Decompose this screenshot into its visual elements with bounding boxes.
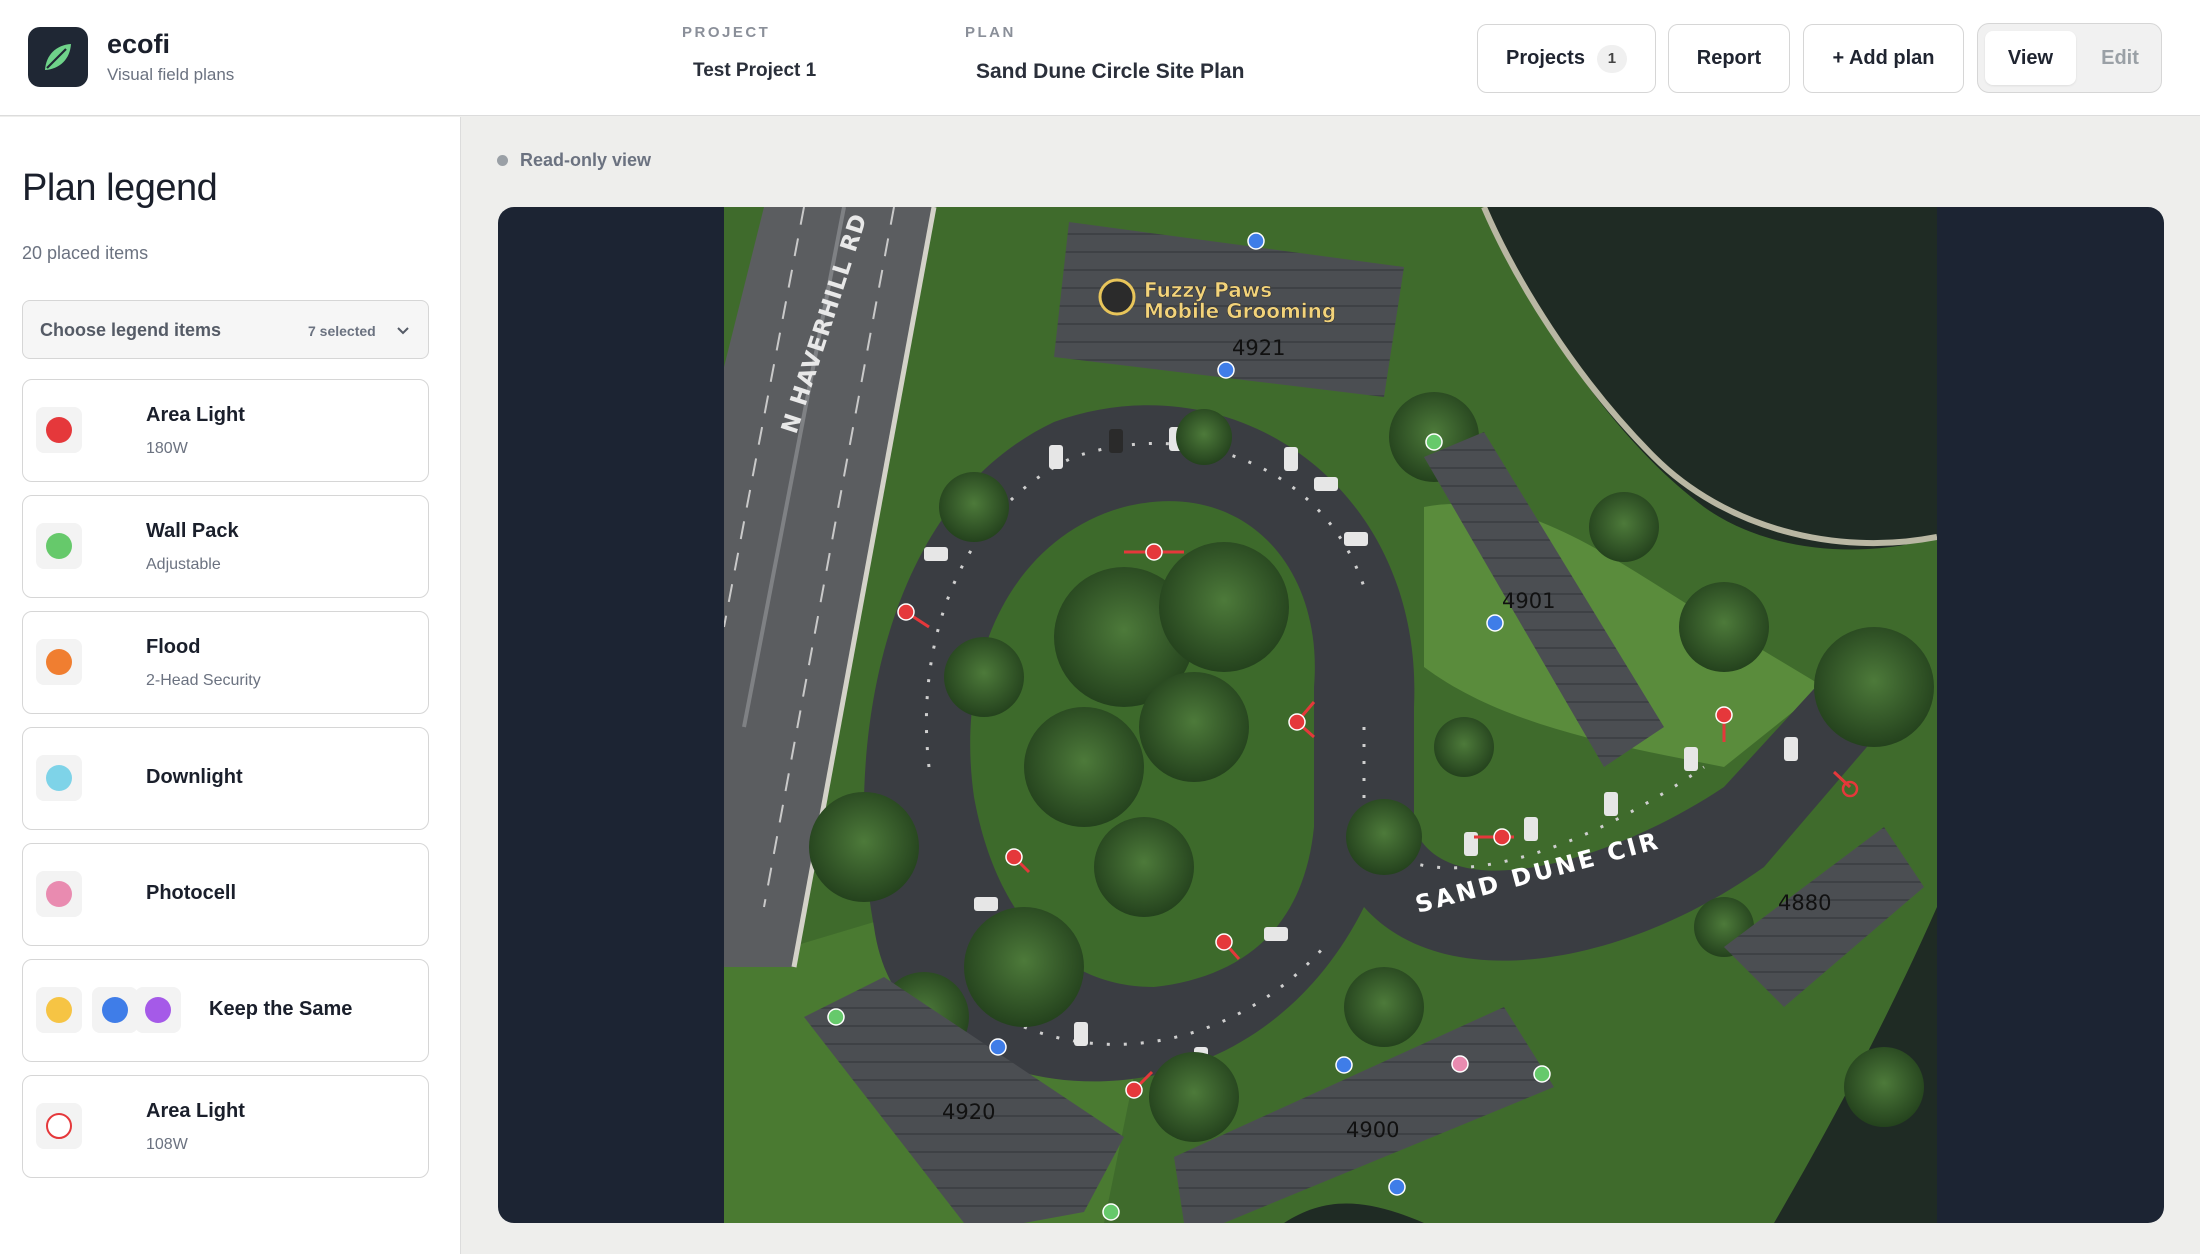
app-tagline: Visual field plans xyxy=(107,65,235,84)
red-ring-icon xyxy=(46,1113,72,1139)
legend-item-detail: Adjustable xyxy=(146,556,221,573)
legend-item-detail: 2-Head Security xyxy=(146,672,261,689)
red-dot-icon xyxy=(46,417,72,443)
legend-swatch-blue xyxy=(92,987,138,1033)
legend-item-wall-pack[interactable]: Wall Pack Adjustable xyxy=(22,495,429,598)
wall-pack-marker[interactable] xyxy=(1425,433,1443,451)
legend-item-name: Keep the Same xyxy=(209,998,353,1020)
legend-swatch xyxy=(36,755,82,801)
poi-label-line2: Mobile Grooming xyxy=(1144,299,1336,323)
photocell-marker[interactable] xyxy=(1451,1055,1469,1073)
legend-item-name: Downlight xyxy=(146,766,243,788)
paw-icon xyxy=(1098,278,1136,316)
purple-dot-icon xyxy=(145,997,171,1023)
app-header: ecofi Visual field plans PROJECT Test Pr… xyxy=(0,0,2200,116)
legend-item-name: Photocell xyxy=(146,882,237,904)
projects-button[interactable]: Projects 1 xyxy=(1477,24,1656,93)
legend-swatch xyxy=(36,1103,82,1149)
keep-same-marker[interactable] xyxy=(1335,1056,1353,1074)
legend-swatch xyxy=(36,523,82,569)
report-button[interactable]: Report xyxy=(1668,24,1790,93)
yellow-dot-icon xyxy=(46,997,72,1023)
placed-items-count: 20 placed items xyxy=(22,243,149,263)
dropdown-selected-count: 7 selected xyxy=(308,323,376,339)
edit-mode-button[interactable]: Edit xyxy=(2084,31,2156,85)
read-only-status: Read-only view xyxy=(520,150,652,170)
legend-swatch xyxy=(36,639,82,685)
plan-name: Sand Dune Circle Site Plan xyxy=(976,60,1245,83)
app-name: ecofi xyxy=(107,29,171,59)
legend-item-flood[interactable]: Flood 2-Head Security xyxy=(22,611,429,714)
legend-swatch-purple xyxy=(135,987,181,1033)
projects-count-badge: 1 xyxy=(1596,44,1627,73)
legend-item-photocell[interactable]: Photocell xyxy=(22,843,429,946)
legend-item-name: Area Light xyxy=(146,404,245,426)
legend-sidebar: Plan legend 20 placed items Choose legen… xyxy=(0,117,461,1254)
building-number: 4921 xyxy=(1232,336,1285,360)
chevron-down-icon xyxy=(397,327,409,335)
keep-same-marker[interactable] xyxy=(989,1038,1007,1056)
legend-items-dropdown[interactable]: Choose legend items 7 selected xyxy=(22,300,429,359)
legend-item-downlight[interactable]: Downlight xyxy=(22,727,429,830)
view-mode-button[interactable]: View xyxy=(1985,31,2076,85)
light-blue-dot-icon xyxy=(46,765,72,791)
legend-item-name: Area Light xyxy=(146,1100,245,1122)
ecofi-logo[interactable] xyxy=(28,27,88,87)
mode-toggle: View Edit xyxy=(1977,23,2162,93)
blue-dot-icon xyxy=(102,997,128,1023)
status-dot-icon xyxy=(497,155,508,166)
project-name: Test Project 1 xyxy=(693,60,817,81)
add-plan-button[interactable]: + Add plan xyxy=(1803,24,1964,93)
aerial-site-map[interactable]: N HAVERHILL RD Fuzzy Paws Mobile Groomin… xyxy=(724,207,1937,1223)
legend-item-detail: 180W xyxy=(146,440,188,457)
legend-swatch xyxy=(36,407,82,453)
project-label: PROJECT xyxy=(682,24,771,41)
keep-same-marker[interactable] xyxy=(1247,232,1265,250)
keep-same-marker[interactable] xyxy=(1217,361,1235,379)
legend-swatch xyxy=(36,871,82,917)
wall-pack-marker[interactable] xyxy=(827,1008,845,1026)
legend-title: Plan legend xyxy=(22,167,218,209)
building-number: 4900 xyxy=(1346,1118,1399,1142)
plan-label: PLAN xyxy=(965,24,1016,41)
green-dot-icon xyxy=(46,533,72,559)
legend-item-keep-the-same[interactable]: Keep the Same xyxy=(22,959,429,1062)
pink-dot-icon xyxy=(46,881,72,907)
wall-pack-marker[interactable] xyxy=(1533,1065,1551,1083)
keep-same-marker[interactable] xyxy=(1388,1178,1406,1196)
keep-same-marker[interactable] xyxy=(1486,614,1504,632)
leaf-icon xyxy=(45,44,71,70)
dropdown-label: Choose legend items xyxy=(40,320,222,340)
building-number: 4920 xyxy=(942,1100,995,1124)
building-number: 4901 xyxy=(1502,589,1555,613)
legend-swatch-yellow xyxy=(36,987,82,1033)
projects-button-label: Projects xyxy=(1506,47,1585,69)
legend-item-name: Flood xyxy=(146,636,201,658)
legend-item-area-light-108w[interactable]: Area Light 108W xyxy=(22,1075,429,1178)
legend-item-name: Wall Pack xyxy=(146,520,239,542)
wall-pack-marker[interactable] xyxy=(1102,1203,1120,1221)
legend-item-detail: 108W xyxy=(146,1136,188,1153)
building-number: 4880 xyxy=(1778,891,1831,915)
orange-dot-icon xyxy=(46,649,72,675)
legend-item-area-light-180w[interactable]: Area Light 180W xyxy=(22,379,429,482)
plan-canvas[interactable]: N HAVERHILL RD Fuzzy Paws Mobile Groomin… xyxy=(498,207,2164,1223)
